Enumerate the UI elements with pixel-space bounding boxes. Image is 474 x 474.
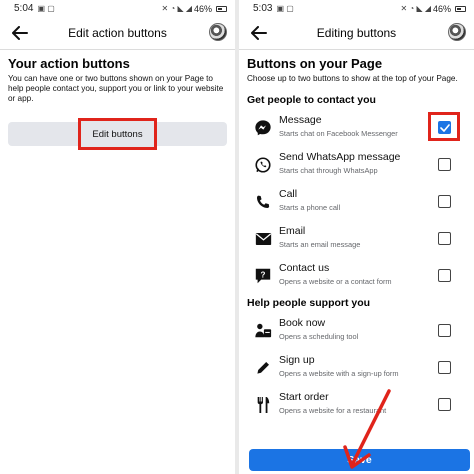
app-bar: Editing buttons — [239, 17, 474, 49]
option-label: Send WhatsApp message — [279, 151, 401, 163]
option-description: Opens a scheduling tool — [279, 332, 359, 341]
option-checkbox[interactable] — [438, 324, 451, 337]
option-checkbox[interactable] — [438, 398, 451, 411]
battery-percent: 46% — [432, 3, 451, 14]
contact-chat-icon: ? — [253, 266, 273, 286]
option-email[interactable]: Email Starts an email message — [239, 221, 474, 258]
status-time: 5:03 — [253, 3, 273, 14]
messenger-icon — [253, 118, 273, 138]
option-label: Message — [279, 114, 322, 126]
section-title: Your action buttons — [8, 56, 130, 71]
option-description: Starts a phone call — [279, 203, 341, 212]
option-description: Starts an email message — [279, 240, 361, 249]
section-description: You can have one or two buttons shown on… — [8, 74, 224, 103]
option-label: Call — [279, 188, 298, 200]
status-time: 5:04 — [14, 3, 34, 14]
option-checkbox[interactable] — [438, 195, 451, 208]
signal-icons: ✕ ◔ ◣ ◢ — [161, 4, 192, 13]
notification-icon: ▣ ▢ — [37, 4, 55, 13]
left-screen: 5:04 ▣ ▢ ✕ ◔ ◣ ◢ 46% Edit action buttons… — [0, 0, 235, 474]
option-send-whatsapp-message[interactable]: Send WhatsApp message Starts chat through… — [239, 147, 474, 184]
group-title-contact: Get people to contact you — [247, 94, 376, 106]
signal-icons: ✕ ◔ ◣ ◢ — [400, 4, 431, 13]
option-checkbox[interactable] — [438, 158, 451, 171]
fork-knife-icon — [253, 395, 273, 415]
option-checkbox[interactable] — [438, 269, 451, 282]
battery-icon — [455, 5, 466, 12]
battery-percent: 46% — [193, 3, 212, 14]
option-message[interactable]: Message Starts chat on Facebook Messenger — [239, 110, 474, 147]
avatar[interactable] — [209, 23, 227, 41]
option-label: Contact us — [279, 262, 330, 274]
edit-buttons-button[interactable]: Edit buttons — [78, 118, 157, 150]
svg-text:?: ? — [261, 270, 266, 279]
option-label: Book now — [279, 317, 326, 329]
checkbox-highlight-box — [428, 112, 460, 141]
option-label: Start order — [279, 391, 329, 403]
section-title: Buttons on your Page — [247, 56, 383, 71]
option-description: Opens a website for a restaurant — [279, 406, 387, 415]
option-book-now[interactable]: Book now Opens a scheduling tool — [239, 313, 474, 350]
option-contact-us[interactable]: ? Contact us Opens a website or a contact … — [239, 258, 474, 295]
battery-icon — [216, 5, 227, 12]
status-bar: 5:03 ▣ ▢ ✕ ◔ ◣ ◢ 46% — [239, 0, 474, 17]
save-button[interactable]: Save — [249, 449, 470, 471]
option-description: Opens a website or a contact form — [279, 277, 392, 286]
avatar[interactable] — [448, 23, 466, 41]
option-description: Starts chat through WhatsApp — [279, 166, 378, 175]
notification-icon: ▣ ▢ — [276, 4, 294, 13]
right-screen: 5:03 ▣ ▢ ✕ ◔ ◣ ◢ 46% Editing buttons But… — [239, 0, 474, 474]
booking-icon — [253, 321, 273, 341]
option-description: Starts chat on Facebook Messenger — [279, 129, 398, 138]
back-arrow-icon[interactable] — [241, 17, 277, 49]
option-label: Sign up — [279, 354, 315, 366]
section-description: Choose up to two buttons to show at the … — [247, 74, 458, 83]
app-bar: Edit action buttons — [0, 17, 235, 49]
status-bar: 5:04 ▣ ▢ ✕ ◔ ◣ ◢ 46% — [0, 0, 235, 17]
edit-buttons-row[interactable]: Edit buttons — [8, 118, 227, 150]
back-arrow-icon[interactable] — [2, 17, 38, 49]
option-call[interactable]: Call Starts a phone call — [239, 184, 474, 221]
option-checkbox[interactable] — [438, 232, 451, 245]
option-checkbox[interactable] — [438, 361, 451, 374]
phone-icon — [253, 192, 273, 212]
pencil-icon — [253, 358, 273, 378]
group-title-support: Help people support you — [247, 297, 371, 309]
option-start-order[interactable]: Start order Opens a website for a restaur… — [239, 387, 474, 424]
email-icon — [253, 229, 273, 249]
option-label: Email — [279, 225, 306, 237]
option-sign-up[interactable]: Sign up Opens a website with a sign-up fo… — [239, 350, 474, 387]
whatsapp-icon — [253, 155, 273, 175]
option-description: Opens a website with a sign-up form — [279, 369, 399, 378]
